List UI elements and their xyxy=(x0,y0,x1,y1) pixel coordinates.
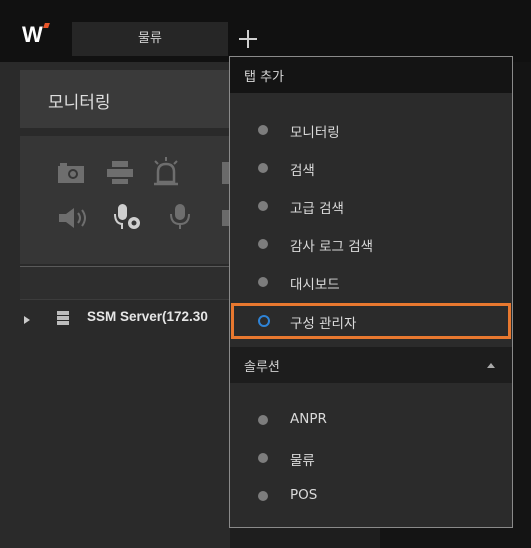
menu-item-label: 고급 검색 xyxy=(290,201,344,217)
radio-selected-icon xyxy=(258,315,270,327)
alarm-icon[interactable] xyxy=(150,156,182,188)
radio-dot-icon xyxy=(258,201,268,211)
logo-text: W xyxy=(22,22,43,47)
radio-dot-icon xyxy=(258,125,268,135)
menu-item-label: ANPR xyxy=(290,411,327,427)
menu-item-logistics[interactable]: 물류 xyxy=(230,441,512,475)
menu-header: 탭 추가 xyxy=(230,57,512,93)
logo-accent xyxy=(43,23,50,28)
menu-item-label: 감사 로그 검색 xyxy=(290,239,374,255)
expand-arrow-icon[interactable] xyxy=(24,316,30,324)
menu-item-label: POS xyxy=(290,487,318,503)
caret-up-icon xyxy=(487,363,495,368)
microphone-settings-icon[interactable] xyxy=(113,202,143,232)
tab-bar: W 물류 xyxy=(0,0,531,62)
radio-dot-icon xyxy=(258,163,268,173)
radio-dot-icon xyxy=(258,453,268,463)
server-label: SSM Server(172.30 xyxy=(87,309,208,324)
menu-item-audit-log-search[interactable]: 감사 로그 검색 xyxy=(230,227,512,261)
menu-item-monitoring[interactable]: 모니터링 xyxy=(230,113,512,147)
menu-item-config-manager[interactable]: 구성 관리자 xyxy=(231,303,511,339)
menu-item-label: 물류 xyxy=(290,453,315,469)
section-solutions[interactable]: 솔루션 xyxy=(230,347,512,383)
menu-item-label: 검색 xyxy=(290,163,315,179)
app-logo: W xyxy=(22,22,50,48)
radio-dot-icon xyxy=(258,277,268,287)
radio-dot-icon xyxy=(258,491,268,501)
add-tab-button[interactable] xyxy=(230,22,266,56)
section-label: 솔루션 xyxy=(244,360,280,375)
camera-icon[interactable] xyxy=(57,162,85,184)
menu-header-label: 탭 추가 xyxy=(244,70,285,85)
menu-item-advanced-search[interactable]: 고급 검색 xyxy=(230,189,512,223)
radio-dot-icon xyxy=(258,239,268,249)
server-icon xyxy=(57,311,69,325)
printer-icon[interactable] xyxy=(106,160,134,186)
speaker-icon[interactable] xyxy=(57,206,91,230)
menu-item-search[interactable]: 검색 xyxy=(230,151,512,185)
plus-icon xyxy=(239,30,257,48)
panel-title: 모니터링 xyxy=(48,93,111,113)
menu-item-anpr[interactable]: ANPR xyxy=(230,403,512,437)
menu-item-label: 모니터링 xyxy=(290,125,340,141)
device-toolbar xyxy=(20,136,230,264)
tree-header xyxy=(20,266,230,300)
add-tab-menu: 탭 추가 모니터링 검색 고급 검색 감사 로그 검색 대시보드 구성 관리자 … xyxy=(229,56,513,528)
tab-logistics[interactable]: 물류 xyxy=(72,22,228,56)
menu-item-label: 구성 관리자 xyxy=(290,316,357,332)
menu-item-label: 대시보드 xyxy=(290,277,340,293)
menu-item-dashboard[interactable]: 대시보드 xyxy=(230,265,512,299)
radio-dot-icon xyxy=(258,415,268,425)
microphone-icon[interactable] xyxy=(168,202,192,232)
menu-item-pos[interactable]: POS xyxy=(230,479,512,513)
